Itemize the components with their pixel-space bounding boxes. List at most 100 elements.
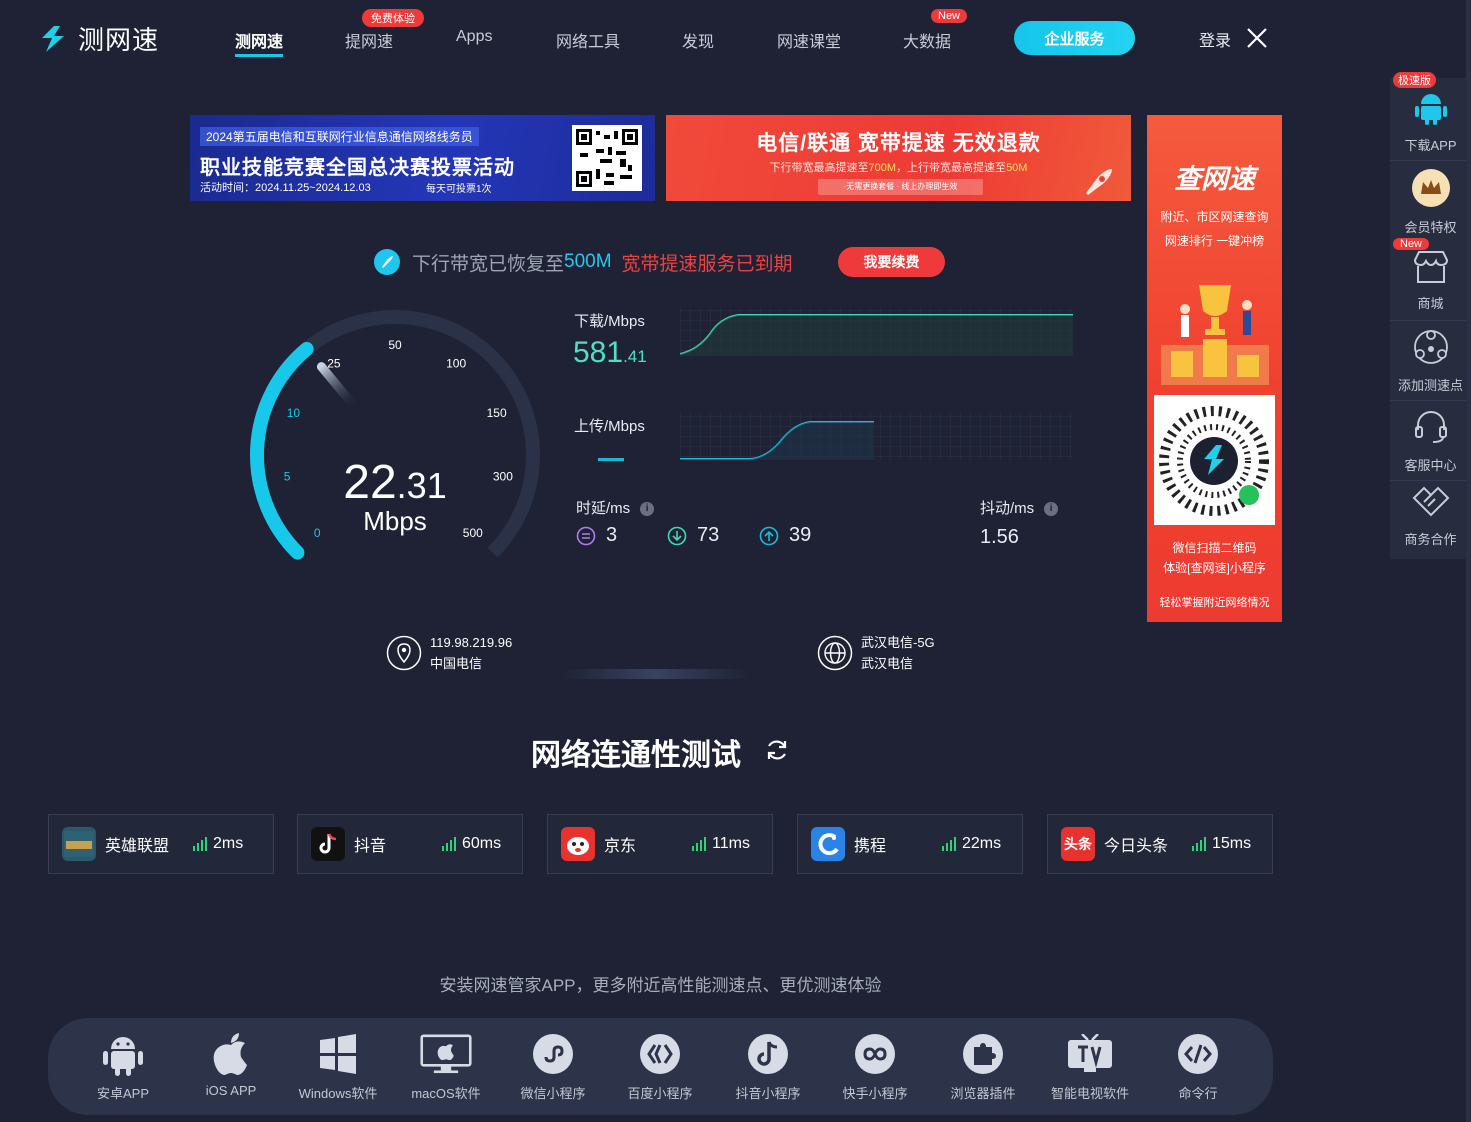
gauge-tick-label: 25 — [327, 357, 341, 371]
banner1-note: 每天可投票1次 — [426, 184, 492, 195]
mac-icon — [420, 1028, 472, 1080]
nav-apps[interactable]: Apps — [456, 28, 492, 46]
rocket-status-icon — [374, 249, 400, 275]
sidebar-download-app[interactable]: 下载APP — [1390, 90, 1471, 154]
nav-network-tools[interactable]: 网络工具 — [556, 28, 620, 52]
download-chart — [680, 308, 1073, 356]
conn-card-douyin[interactable]: 抖音 60ms — [297, 814, 523, 874]
jitter-info-icon[interactable]: i — [1044, 502, 1059, 517]
server-info[interactable]: 武汉电信-5G 武汉电信 — [817, 632, 935, 674]
location-pin-icon — [386, 635, 422, 671]
top-navigation: 测网速 测网速 免费体验 提网速 Apps 网络工具 发现 网速课堂 New 大… — [0, 0, 1471, 78]
app-smart-tv[interactable]: 智能电视软件 — [1035, 1028, 1145, 1102]
tv-icon — [1064, 1028, 1116, 1080]
conn-name: 抖音 — [354, 838, 387, 855]
signal-icon — [692, 837, 706, 851]
conn-card-jd[interactable]: 京东 11ms — [547, 814, 773, 874]
server-name: 武汉电信-5G — [861, 635, 935, 650]
globe-icon — [817, 635, 853, 671]
client-info: 119.98.219.96 中国电信 — [386, 632, 512, 674]
conn-name: 京东 — [604, 838, 637, 855]
crown-icon — [1411, 169, 1450, 207]
app-douyin-mini[interactable]: 抖音小程序 — [713, 1028, 823, 1102]
latency-info-icon[interactable]: i — [640, 502, 655, 517]
banner1-title: 职业技能竞赛全国总决赛投票活动 — [200, 157, 515, 179]
sidebar-business[interactable]: 商务合作 — [1390, 486, 1471, 548]
conn-card-ctrip[interactable]: 携程 22ms — [797, 814, 1023, 874]
windows-icon — [312, 1028, 364, 1080]
speed-unit: Mbps — [363, 506, 427, 536]
latency-download: 73 — [667, 524, 719, 547]
app-ios[interactable]: iOS APP — [176, 1028, 286, 1098]
app-browser-plugin[interactable]: 浏览器插件 — [928, 1028, 1038, 1102]
app-wechat-mini[interactable]: 微信小程序 — [498, 1028, 608, 1102]
nav-discover[interactable]: 发现 — [682, 28, 714, 52]
ctrip-icon — [811, 827, 845, 861]
shop-new-badge: New — [1393, 238, 1430, 250]
login-link[interactable]: 登录 — [1199, 27, 1231, 51]
logo-icon — [42, 25, 64, 52]
conn-latency: 2ms — [213, 835, 244, 852]
gauge-tick-label: 100 — [446, 357, 466, 371]
banner3-line2: 网速排行 一键冲榜 — [1164, 234, 1265, 248]
nav-speed-test[interactable]: 测网速 — [235, 28, 284, 57]
app-kuaishou-mini[interactable]: 快手小程序 — [820, 1028, 930, 1102]
client-isp: 中国电信 — [430, 656, 483, 671]
vote-activity-banner[interactable]: 2024第五届电信和互联网行业信息通信网络线务员 职业技能竞赛全国总决赛投票活动… — [190, 115, 655, 201]
download-arrow-icon — [667, 526, 687, 545]
renew-button[interactable]: 我要续费 — [838, 247, 945, 277]
baidu-mini-icon — [634, 1028, 686, 1080]
broadband-boost-banner[interactable]: 电信/联通 宽带提速 无效退款 下行带宽最高提速至700M，上行带宽最高提速至5… — [666, 115, 1131, 201]
mini-program-banner[interactable]: 查网速 附近、市区网速查询 网速排行 一键冲榜 微信扫描二维码 体验[查网速]小… — [1147, 115, 1282, 622]
free-trial-badge: 免费体验 — [362, 9, 424, 27]
banner2-pill: ·无需更换套餐 · 线上办理即生效 — [818, 179, 983, 195]
rocket-icon — [1086, 169, 1112, 195]
handshake-icon — [1412, 486, 1449, 517]
close-icon[interactable] — [1246, 27, 1268, 49]
sidebar-add-node[interactable]: 添加测速点 — [1390, 328, 1471, 394]
conn-latency: 22ms — [962, 835, 1002, 852]
douyin-mini-icon — [742, 1028, 794, 1080]
brand-name: 测网速 — [78, 25, 160, 55]
download-label: 下载/Mbps — [574, 313, 645, 330]
code-icon — [1172, 1028, 1224, 1080]
connectivity-title: 网络连通性测试 — [531, 739, 741, 772]
client-ip: 119.98.219.96 — [430, 635, 513, 650]
server-isp: 武汉电信 — [861, 656, 914, 671]
android-icon — [1414, 94, 1447, 125]
nav-big-data[interactable]: 大数据 — [903, 28, 951, 52]
conn-name: 英雄联盟 — [105, 838, 170, 855]
app-baidu-mini[interactable]: 百度小程序 — [605, 1028, 715, 1102]
upload-arrow-icon — [759, 526, 779, 545]
banner3-line1: 附近、市区网速查询 — [1160, 210, 1269, 224]
app-windows[interactable]: Windows软件 — [283, 1028, 393, 1102]
app-macos[interactable]: macOS软件 — [391, 1028, 501, 1102]
new-badge: New — [931, 9, 968, 23]
apple-icon — [205, 1028, 257, 1080]
upload-chart — [680, 412, 1073, 460]
enterprise-service-button[interactable]: 企业服务 — [1014, 21, 1135, 55]
headset-icon — [1414, 411, 1447, 443]
app-cli[interactable]: 命令行 — [1143, 1028, 1253, 1102]
banner3-scan2: 体验[查网速]小程序 — [1163, 561, 1266, 575]
banner1-tag: 2024第五届电信和互联网行业信息通信网络线务员 — [200, 127, 479, 146]
app-android[interactable]: 安卓APP — [68, 1028, 178, 1102]
conn-card-toutiao[interactable]: 头条 今日头条 15ms — [1047, 814, 1273, 874]
idle-latency-icon — [576, 526, 596, 545]
sidebar-shop[interactable]: 商城 — [1390, 250, 1471, 312]
sidebar-support[interactable]: 客服中心 — [1390, 408, 1471, 474]
info-divider — [562, 669, 748, 679]
signal-icon — [1192, 837, 1206, 851]
signal-icon — [942, 837, 956, 851]
nav-boost-speed[interactable]: 提网速 — [345, 28, 393, 52]
refresh-icon[interactable] — [764, 737, 790, 763]
sidebar-vip[interactable]: 会员特权 — [1390, 168, 1471, 236]
banner3-title: 查网速 — [1174, 164, 1255, 194]
douyin-icon — [311, 827, 345, 861]
nav-speed-class[interactable]: 网速课堂 — [777, 28, 841, 52]
latency-label: 时延/ms i — [576, 497, 655, 518]
brand-logo[interactable]: 测网速 — [36, 20, 159, 57]
install-tip: 安装网速管家APP，更多附近高性能测速点、更优测速体验 — [439, 976, 882, 995]
conn-card-lol[interactable]: 英雄联盟 2ms — [48, 814, 274, 874]
banner2-title: 电信/联通 宽带提速 无效退款 — [756, 132, 1041, 155]
